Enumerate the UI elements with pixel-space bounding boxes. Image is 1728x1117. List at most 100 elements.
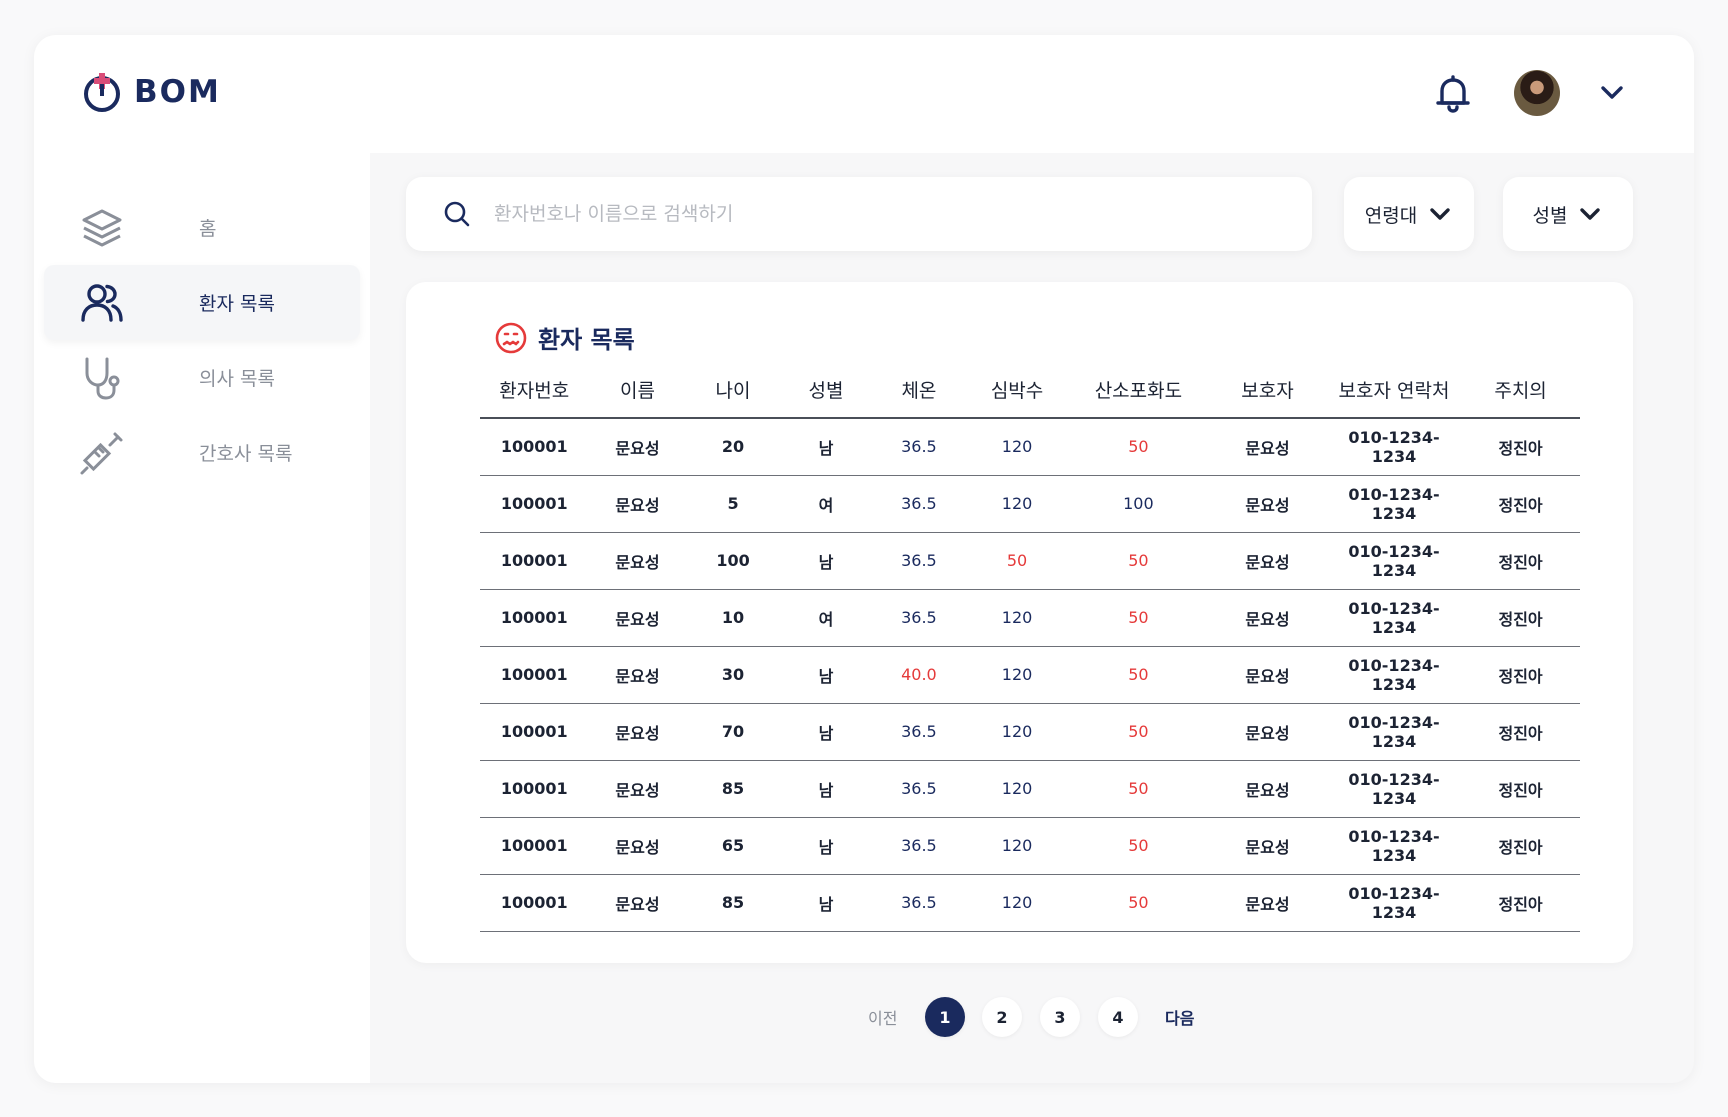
sidebar-item-label: 의사 목록 xyxy=(199,368,275,390)
table-cell-id: 100001 xyxy=(480,874,589,932)
table-cell-doctor: 정진아 xyxy=(1461,703,1580,761)
table-cell-phone: 010-1234-1234 xyxy=(1326,646,1462,704)
table-row[interactable]: 100001 문요성 20 남 36.5 120 50 문요성 010-1234-1234 정진아 xyxy=(480,418,1580,476)
table-cell-hr: 120 xyxy=(965,475,1069,533)
avatar[interactable] xyxy=(1514,70,1560,116)
column-header[interactable]: 주치의 xyxy=(1461,362,1580,419)
table-cell-temp: 36.5 xyxy=(872,475,966,533)
column-header[interactable]: 나이 xyxy=(686,362,780,419)
table-header-row: 환자번호 이름 나이 성별 체온 심박수 산소포화도 보호자 보호자 연락처 주치의 xyxy=(480,362,1580,419)
table-cell-name: 문요성 xyxy=(588,874,687,932)
table-row[interactable]: 100001 문요성 30 남 40.0 120 50 문요성 010-1234-1234 정진아 xyxy=(480,646,1580,704)
page-button-1[interactable]: 1 xyxy=(925,997,965,1037)
search-input[interactable] xyxy=(494,191,1274,237)
table-cell-temp: 36.5 xyxy=(872,418,966,476)
sidebar-nav: 홈 환자 목록 의사 목록 간호사 목록 xyxy=(44,190,360,490)
table-cell-guardian: 문요성 xyxy=(1208,817,1327,875)
gender-filter-dropdown[interactable]: 성별 xyxy=(1503,177,1633,251)
page-button-4[interactable]: 4 xyxy=(1098,997,1138,1037)
table-cell-hr: 50 xyxy=(965,532,1069,590)
search-icon[interactable] xyxy=(442,199,472,229)
table-row[interactable]: 100001 문요성 10 여 36.5 120 50 문요성 010-1234-1234 정진아 xyxy=(480,589,1580,647)
table-cell-id: 100001 xyxy=(480,760,589,818)
table-cell-gender: 남 xyxy=(779,646,873,704)
table-cell-gender: 남 xyxy=(779,817,873,875)
table-cell-guardian: 문요성 xyxy=(1208,646,1327,704)
table-cell-name: 문요성 xyxy=(588,646,687,704)
table-cell-phone: 010-1234-1234 xyxy=(1326,817,1462,875)
table-cell-age: 5 xyxy=(686,475,780,533)
table-cell-guardian: 문요성 xyxy=(1208,874,1327,932)
column-header[interactable]: 보호자 연락처 xyxy=(1326,362,1462,419)
table-row[interactable]: 100001 문요성 85 남 36.5 120 50 문요성 010-1234-1234 정진아 xyxy=(480,760,1580,818)
sidebar-item-nurses[interactable]: 간호사 목록 xyxy=(44,415,360,490)
column-header[interactable]: 이름 xyxy=(588,362,687,419)
brand-logo[interactable]: BOM xyxy=(80,70,221,114)
column-header[interactable]: 산소포화도 xyxy=(1068,362,1209,419)
column-header[interactable]: 체온 xyxy=(872,362,966,419)
table-cell-id: 100001 xyxy=(480,475,589,533)
table-cell-age: 85 xyxy=(686,760,780,818)
age-filter-dropdown[interactable]: 연령대 xyxy=(1344,177,1474,251)
prev-page-button[interactable]: 이전 xyxy=(868,1005,897,1029)
table-cell-spo2: 50 xyxy=(1068,646,1209,704)
sidebar-item-patients[interactable]: 환자 목록 xyxy=(44,265,360,340)
syringe-icon xyxy=(79,430,125,476)
table-cell-age: 85 xyxy=(686,874,780,932)
sidebar-item-label: 환자 목록 xyxy=(199,293,275,315)
sidebar-item-label: 간호사 목록 xyxy=(199,443,293,465)
layers-icon xyxy=(79,205,125,251)
table-cell-doctor: 정진아 xyxy=(1461,874,1580,932)
table-cell-id: 100001 xyxy=(480,589,589,647)
table-cell-id: 100001 xyxy=(480,817,589,875)
table-cell-gender: 여 xyxy=(779,589,873,647)
column-header[interactable]: 환자번호 xyxy=(480,362,589,419)
sick-face-icon xyxy=(495,322,527,353)
table-row[interactable]: 100001 문요성 65 남 36.5 120 50 문요성 010-1234-1234 정진아 xyxy=(480,817,1580,875)
table-cell-doctor: 정진아 xyxy=(1461,475,1580,533)
chevron-down-icon[interactable] xyxy=(1594,75,1630,111)
table-row[interactable]: 100001 문요성 5 여 36.5 120 100 문요성 010-1234-1234 정진아 xyxy=(480,475,1580,533)
table-cell-gender: 여 xyxy=(779,475,873,533)
table-cell-guardian: 문요성 xyxy=(1208,760,1327,818)
table-cell-temp: 40.0 xyxy=(872,646,966,704)
table-cell-name: 문요성 xyxy=(588,589,687,647)
column-header[interactable]: 심박수 xyxy=(965,362,1069,419)
table-cell-spo2: 50 xyxy=(1068,874,1209,932)
table-cell-age: 100 xyxy=(686,532,780,590)
table-cell-name: 문요성 xyxy=(588,817,687,875)
sidebar-item-doctors[interactable]: 의사 목록 xyxy=(44,340,360,415)
table-cell-phone: 010-1234-1234 xyxy=(1326,532,1462,590)
page-button-3[interactable]: 3 xyxy=(1040,997,1080,1037)
logo-icon xyxy=(84,73,120,112)
bell-icon[interactable] xyxy=(1432,72,1474,114)
table-cell-name: 문요성 xyxy=(588,475,687,533)
table-body: 100001 문요성 20 남 36.5 120 50 문요성 010-1234-1234 정진아… xyxy=(480,418,1580,932)
table-row[interactable]: 100001 문요성 85 남 36.5 120 50 문요성 010-1234-1234 정진아 xyxy=(480,874,1580,932)
table-cell-temp: 36.5 xyxy=(872,589,966,647)
table-cell-hr: 120 xyxy=(965,646,1069,704)
table-cell-gender: 남 xyxy=(779,703,873,761)
column-header[interactable]: 성별 xyxy=(779,362,873,419)
column-header[interactable]: 보호자 xyxy=(1208,362,1327,419)
table-cell-id: 100001 xyxy=(480,703,589,761)
table-cell-spo2: 100 xyxy=(1068,475,1209,533)
next-page-button[interactable]: 다음 xyxy=(1165,1005,1194,1029)
stethoscope-icon xyxy=(79,355,125,401)
table-cell-phone: 010-1234-1234 xyxy=(1326,760,1462,818)
sidebar-item-home[interactable]: 홈 xyxy=(44,190,360,265)
app-window: BOM 홈 환자 목록 의사 목록 간호사 목록 환자번호나 이름으로 검색하기… xyxy=(34,35,1694,1083)
table-cell-phone: 010-1234-1234 xyxy=(1326,703,1462,761)
brand-name: BOM xyxy=(134,74,221,110)
table-cell-age: 10 xyxy=(686,589,780,647)
patient-list-card: 환자 목록 환자번호 이름 나이 성별 체온 심박수 산소포화도 보호자 보호자 연락처 주치의 … xyxy=(406,282,1633,963)
table-cell-temp: 36.5 xyxy=(872,760,966,818)
table-row[interactable]: 100001 문요성 100 남 36.5 50 50 문요성 010-1234-1234 정진아 xyxy=(480,532,1580,590)
table-cell-spo2: 50 xyxy=(1068,418,1209,476)
table-cell-hr: 120 xyxy=(965,760,1069,818)
age-filter-label: 연령대 xyxy=(1364,204,1418,227)
table-cell-spo2: 50 xyxy=(1068,532,1209,590)
table-cell-temp: 36.5 xyxy=(872,817,966,875)
page-button-2[interactable]: 2 xyxy=(982,997,1022,1037)
table-row[interactable]: 100001 문요성 70 남 36.5 120 50 문요성 010-1234-1234 정진아 xyxy=(480,703,1580,761)
